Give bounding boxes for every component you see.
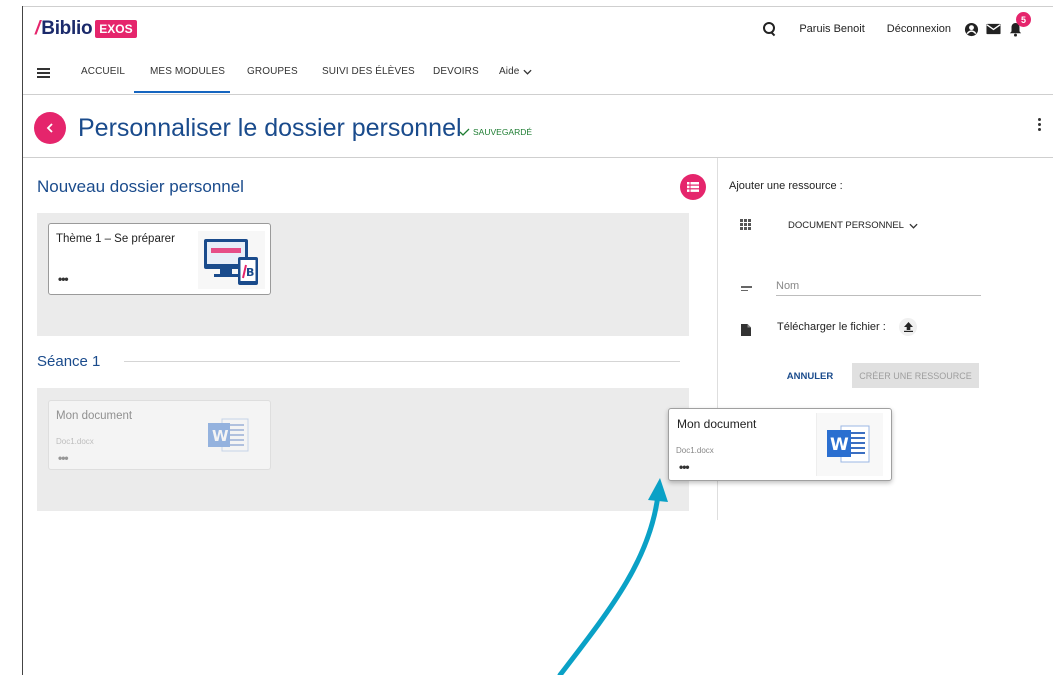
annotation-arrow (557, 478, 668, 675)
